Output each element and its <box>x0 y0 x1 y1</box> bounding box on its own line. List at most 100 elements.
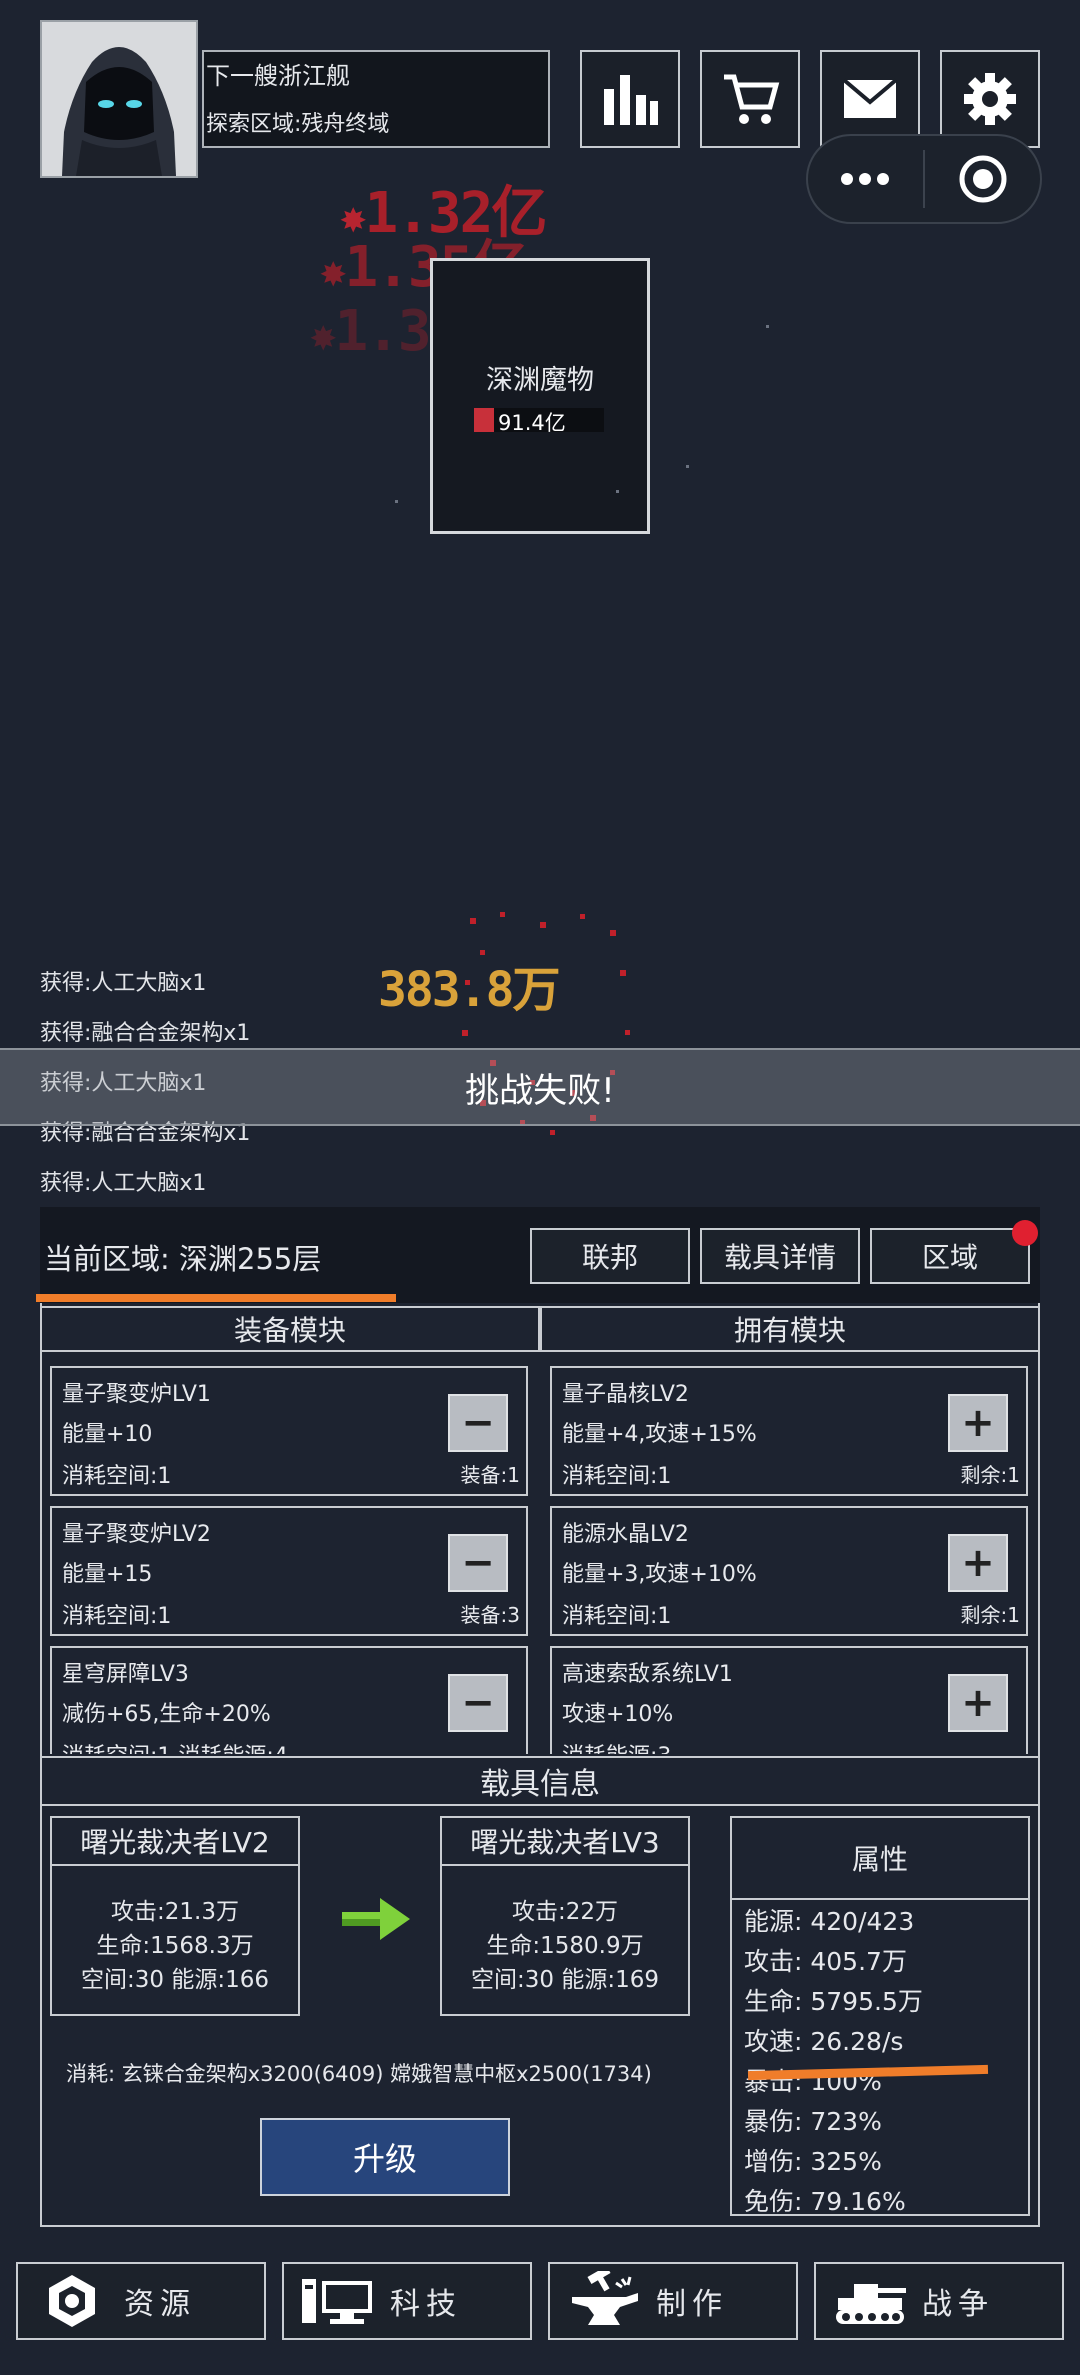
green-arrow-icon <box>342 1898 410 1940</box>
attr-energy: 能源: 420/423 <box>744 1907 915 1936</box>
module-cost: 消耗能源:3 <box>562 1738 671 1754</box>
tab-region[interactable]: 区域 <box>870 1228 1030 1284</box>
module-name: 能源水晶LV2 <box>562 1522 689 1547</box>
module-effect: 攻速+10% <box>562 1702 674 1727</box>
attr-attack-speed: 攻速: 26.28/s <box>744 2027 904 2056</box>
equipped-modules-header: 装备模块 <box>40 1306 540 1352</box>
nav-resources[interactable]: 资源 <box>16 2262 266 2340</box>
module-card: 星穹屏障LV3 减伤+65,生命+20% 消耗空间:1 消耗能源:4 − <box>50 1646 528 1754</box>
nav-label: 制作 <box>656 2287 728 2322</box>
unequip-button[interactable]: − <box>448 1534 508 1592</box>
resource-icon <box>32 2271 112 2331</box>
vehicle-next-title: 曙光裁决者LV3 <box>442 1818 688 1866</box>
shop-button[interactable] <box>700 50 800 148</box>
module-name: 量子聚变炉LV2 <box>62 1522 211 1547</box>
owned-module-list[interactable]: 量子晶核LV2 能量+4,攻速+15% 消耗空间:1 + 剩余:1 能源水晶LV… <box>540 1354 1040 1754</box>
attr-attack: 攻击: 405.7万 <box>744 1947 907 1976</box>
player-avatar[interactable] <box>40 20 198 178</box>
loot-log-line: 获得:融合合金架构x1 <box>40 1021 251 1046</box>
nav-label: 科技 <box>390 2287 462 2322</box>
unequip-button[interactable]: − <box>448 1394 508 1452</box>
damage-number: 383.8万 <box>378 962 560 1018</box>
nav-label: 资源 <box>124 2287 196 2322</box>
module-card: 高速索敌系统LV1 攻速+10% 消耗能源:3 + <box>550 1646 1028 1754</box>
module-effect: 能量+15 <box>62 1562 153 1587</box>
module-name: 高速索敌系统LV1 <box>562 1662 733 1687</box>
enemy-hp-text: 91.4亿 <box>498 411 566 435</box>
module-name: 量子聚变炉LV1 <box>62 1382 211 1407</box>
equip-button[interactable]: + <box>948 1534 1008 1592</box>
more-options-button[interactable] <box>820 158 910 200</box>
tab-federation[interactable]: 联邦 <box>530 1228 690 1284</box>
module-cost: 消耗空间:1 <box>562 1464 672 1489</box>
nav-tech[interactable]: 科技 <box>282 2262 532 2340</box>
tank-icon <box>830 2271 910 2331</box>
module-effect: 能量+10 <box>62 1422 153 1447</box>
vehicle-next-space: 空间:30 能源:169 <box>471 1967 659 1993</box>
target-circle-icon <box>959 155 1007 203</box>
orange-underline <box>36 1294 396 1302</box>
nav-crafting[interactable]: 制作 <box>548 2262 798 2340</box>
plus-icon: + <box>961 1540 995 1586</box>
cart-icon <box>724 74 780 124</box>
vehicle-current-title: 曙光裁决者LV2 <box>52 1818 298 1866</box>
module-count: 剩余:1 <box>960 1603 1020 1627</box>
explore-area-label: 探索区域:残舟终域 <box>206 112 390 137</box>
attr-damage-reduction: 免伤: 79.16% <box>744 2187 906 2216</box>
close-miniprogram-button[interactable] <box>948 150 1018 208</box>
module-cost: 消耗空间:1 <box>62 1604 172 1629</box>
computer-icon <box>298 2271 378 2331</box>
vehicle-next-hp: 生命:1580.9万 <box>486 1933 644 1959</box>
module-name: 星穹屏障LV3 <box>62 1662 189 1687</box>
vehicle-next-card: 曙光裁决者LV3 攻击:22万 生命:1580.9万 空间:30 能源:169 <box>440 1816 690 2016</box>
tab-vehicle-details[interactable]: 载具详情 <box>700 1228 860 1284</box>
equip-button[interactable]: + <box>948 1394 1008 1452</box>
upgrade-button[interactable]: 升级 <box>260 2118 510 2196</box>
upgrade-cost: 消耗: 玄铼合金架构x3200(6409) 嫦娥智慧中枢x2500(1734) <box>66 2062 652 2086</box>
capsule-divider <box>923 150 925 208</box>
nav-war[interactable]: 战争 <box>814 2262 1064 2340</box>
module-cost: 消耗空间:1 <box>62 1464 172 1489</box>
equipped-module-list[interactable]: 量子聚变炉LV1 能量+10 消耗空间:1 − 装备:1 量子聚变炉LV2 能量… <box>40 1354 540 1754</box>
module-name: 量子晶核LV2 <box>562 1382 689 1407</box>
vehicle-current-attack: 攻击:21.3万 <box>111 1899 239 1925</box>
enemy-name: 深渊魔物 <box>486 365 594 396</box>
vehicle-next-attack: 攻击:22万 <box>511 1899 618 1925</box>
module-cost: 消耗空间:1 <box>562 1604 672 1629</box>
stats-button[interactable] <box>580 50 680 148</box>
star-dot <box>686 465 689 468</box>
module-card: 量子聚变炉LV1 能量+10 消耗空间:1 − 装备:1 <box>50 1366 528 1496</box>
attr-hp: 生命: 5795.5万 <box>744 1987 923 2016</box>
challenge-failed-banner: 挑战失败! <box>0 1048 1080 1126</box>
star-dot <box>616 490 619 493</box>
module-cost: 消耗空间:1 消耗能源:4 <box>62 1738 288 1754</box>
more-dots-icon <box>841 173 889 185</box>
attributes-panel: 属性 能源: 420/423 攻击: 405.7万 生命: 5795.5万 攻速… <box>730 1816 1030 2216</box>
module-card: 量子聚变炉LV2 能量+15 消耗空间:1 − 装备:3 <box>50 1506 528 1636</box>
vehicle-info-header: 载具信息 <box>40 1756 1040 1806</box>
current-region-label: 当前区域: 深渊255层 <box>44 1242 322 1276</box>
module-effect: 减伤+65,生命+20% <box>62 1702 271 1727</box>
owned-modules-header: 拥有模块 <box>540 1306 1040 1352</box>
star-dot <box>766 325 769 328</box>
ship-name: 下一艘浙江舰 <box>206 62 350 90</box>
gear-icon <box>964 73 1016 125</box>
module-card: 量子晶核LV2 能量+4,攻速+15% 消耗空间:1 + 剩余:1 <box>550 1366 1028 1496</box>
notification-dot <box>1012 1220 1038 1246</box>
burst-icon: ✸ <box>310 310 336 361</box>
equip-button[interactable]: + <box>948 1674 1008 1732</box>
star-dot <box>395 500 398 503</box>
module-card: 能源水晶LV2 能量+3,攻速+10% 消耗空间:1 + 剩余:1 <box>550 1506 1028 1636</box>
module-count: 剩余:1 <box>960 1463 1020 1487</box>
unequip-button[interactable]: − <box>448 1674 508 1732</box>
hooded-figure-icon <box>42 22 196 176</box>
loot-log-line: 获得:人工大脑x1 <box>40 971 207 996</box>
enemy-hp-fill <box>474 408 494 432</box>
module-count: 装备:3 <box>460 1603 520 1627</box>
enemy-hp-bar: 91.4亿 <box>474 408 604 435</box>
module-count: 装备:1 <box>460 1463 520 1487</box>
nav-label: 战争 <box>922 2287 994 2322</box>
vehicle-current-space: 空间:30 能源:166 <box>81 1967 269 1993</box>
stats-icon <box>604 75 658 125</box>
vehicle-current-hp: 生命:1568.3万 <box>96 1933 254 1959</box>
